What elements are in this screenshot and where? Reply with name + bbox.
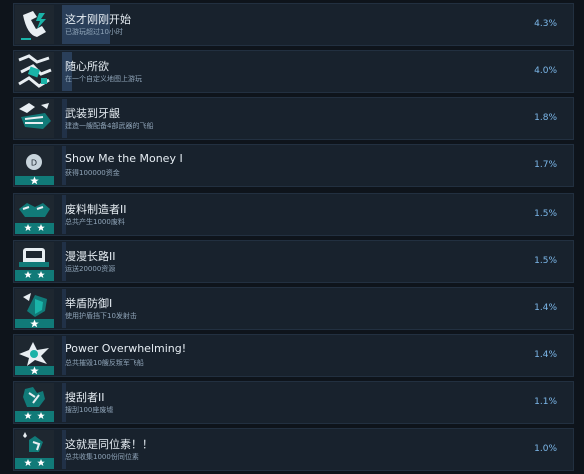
unlock-percent: 1.4% [534,350,557,360]
achievement-title: 废料制造者II [65,203,127,216]
unlock-percent: 1.4% [534,303,557,313]
achievement-title: 搜刮者II [65,391,105,404]
unlock-percent: 1.8% [534,113,557,123]
achievement-row: 随心所欲 在一个自定义地图上游玩 4.0% [13,50,574,93]
achievement-desc: 已游玩超过10小时 [65,28,123,36]
achievement-row: 搜刮者II 搜刮100座废墟 1.1% [13,381,574,424]
achievement-desc: 使用护盾挡下10发射击 [65,312,137,320]
shield-icon [15,289,54,328]
achievement-title: 随心所欲 [65,60,109,73]
achievement-row: 这就是同位素！！ 总共收集1000份同位素 1.0% [13,428,574,471]
truck-icon [15,242,54,281]
unlock-percent: 1.5% [534,256,557,266]
achievement-row: 漫漫长路II 运送20000资源 1.5% [13,240,574,283]
achievement-desc: 运送20000资源 [65,265,116,273]
svg-text:D: D [31,159,37,168]
coin-icon: D [15,146,54,185]
armed-ship-icon [15,99,54,138]
achievement-row: 废料制造者II 总共产生1000废料 1.5% [13,193,574,236]
phone-bolt-icon [15,5,54,44]
achievement-list: 这才刚刚开始 已游玩超过10小时 4.3% 随心所欲 在一个自定义地图上游玩 4… [0,0,584,474]
scrap-icon [15,195,54,234]
achievement-desc: 总共收集1000份同位素 [65,453,139,461]
achievement-title: 武装到牙龈 [65,107,120,120]
achievement-desc: 获得100000资金 [65,169,120,177]
achievement-title: 这才刚刚开始 [65,13,131,26]
achievement-title: 举盾防御I [65,297,113,310]
achievement-desc: 总共摧毁10艘反叛军飞船 [65,359,144,367]
achievement-row: 武装到牙龈 建造一艘配备4部武器的飞船 1.8% [13,97,574,140]
achievement-desc: 建造一艘配备4部武器的飞船 [65,122,154,130]
achievement-title: Power Overwhelming! [65,342,187,355]
achievement-row: 这才刚刚开始 已游玩超过10小时 4.3% [13,3,574,46]
achievement-title: 这就是同位素！！ [65,438,153,451]
achievement-desc: 搜刮100座废墟 [65,406,114,414]
achievement-title: Show Me the Money I [65,152,183,165]
unlock-percent: 4.0% [534,66,557,76]
achievement-desc: 在一个自定义地图上游玩 [65,75,142,83]
isotope-icon [15,430,54,469]
unlock-percent: 4.3% [534,19,557,29]
explosion-icon [15,336,54,375]
achievement-row: D Show Me the Money I 获得100000资金 1.7% [13,144,574,187]
unlock-percent: 1.0% [534,444,557,454]
achievement-title: 漫漫长路II [65,250,116,263]
unlock-percent: 1.1% [534,397,557,407]
map-icon [15,52,54,91]
achievement-row: Power Overwhelming! 总共摧毁10艘反叛军飞船 1.4% [13,334,574,377]
scavenger-icon [15,383,54,422]
unlock-percent: 1.5% [534,209,557,219]
unlock-percent: 1.7% [534,160,557,170]
achievement-desc: 总共产生1000废料 [65,218,125,226]
achievement-row: 举盾防御I 使用护盾挡下10发射击 1.4% [13,287,574,330]
